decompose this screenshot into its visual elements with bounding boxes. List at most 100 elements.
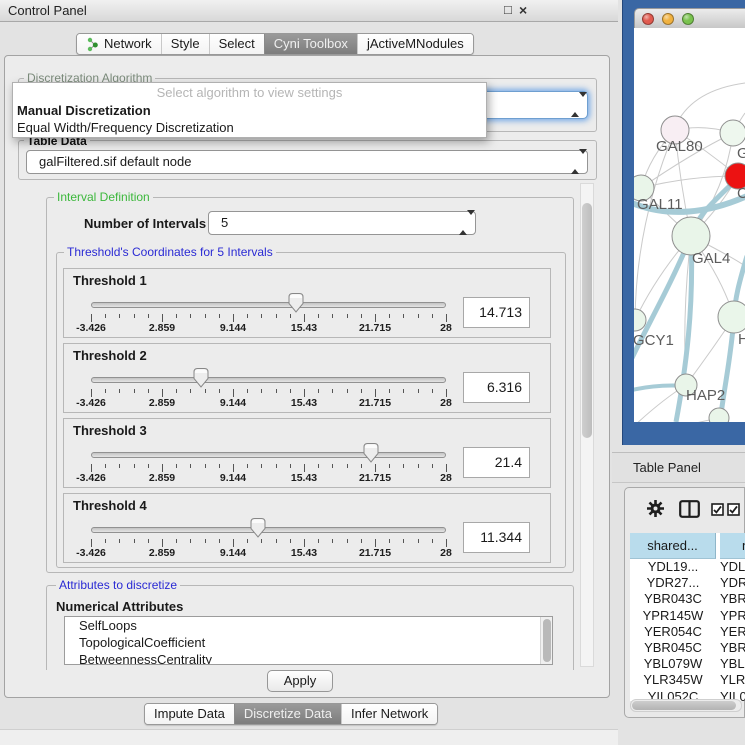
panel-vertical-scrollbar[interactable] bbox=[580, 183, 594, 667]
tick-mark bbox=[304, 389, 305, 397]
column-header-n[interactable]: n... bbox=[720, 533, 745, 559]
threshold-1-slider-track[interactable] bbox=[91, 302, 446, 308]
threshold-1-slider-thumb[interactable] bbox=[286, 292, 306, 313]
column-header-shared[interactable]: shared... bbox=[630, 533, 716, 559]
scrollbar-thumb[interactable] bbox=[632, 701, 736, 710]
threshold-2-value-input[interactable]: 6.316 bbox=[463, 372, 530, 403]
tab-select[interactable]: Select bbox=[209, 34, 264, 54]
float-window-icon[interactable]: □ bbox=[504, 2, 512, 17]
threshold-3-value-input[interactable]: 21.4 bbox=[463, 447, 530, 478]
algorithm-option-equal-width-frequency-discretization[interactable]: Equal Width/Frequency Discretization bbox=[13, 119, 486, 136]
combo-stepper-icon bbox=[571, 94, 579, 116]
table-row[interactable]: YBL079WYBL0 bbox=[630, 656, 745, 672]
tab-network[interactable]: Network bbox=[77, 34, 161, 54]
table-row[interactable]: YDR27...YDR2 bbox=[630, 575, 745, 591]
checkbox-icon[interactable] bbox=[727, 503, 740, 519]
tick-mark bbox=[432, 464, 433, 468]
tick-mark bbox=[261, 464, 262, 468]
tick-mark bbox=[432, 314, 433, 318]
network-window-titlebar[interactable] bbox=[634, 8, 745, 28]
table-horizontal-scrollbar[interactable] bbox=[630, 699, 742, 712]
threshold-3-slider-thumb[interactable] bbox=[361, 442, 381, 463]
tab-impute-data[interactable]: Impute Data bbox=[145, 704, 234, 724]
algorithm-option-manual-discretization[interactable]: Manual Discretization bbox=[13, 102, 486, 119]
tick-mark bbox=[347, 539, 348, 543]
tab-label: Select bbox=[219, 34, 255, 54]
tick-label: 28 bbox=[440, 397, 452, 409]
table-row[interactable]: YPR145WYPR1 bbox=[630, 608, 745, 624]
combo-stepper-icon bbox=[459, 212, 467, 234]
threshold-2-slider-thumb[interactable] bbox=[191, 367, 211, 388]
control-panel-title: Control Panel bbox=[8, 3, 87, 18]
tab-jactivemnodules[interactable]: jActiveMNodules bbox=[357, 34, 473, 54]
tick-label: 9.144 bbox=[220, 322, 246, 334]
tick-label: 2.859 bbox=[149, 322, 175, 334]
table-row[interactable]: YER054CYER0 bbox=[630, 624, 745, 640]
close-traffic-light[interactable] bbox=[642, 13, 654, 25]
tab-style[interactable]: Style bbox=[161, 34, 209, 54]
network-node[interactable] bbox=[720, 120, 745, 146]
tick-mark bbox=[375, 314, 376, 322]
tick-mark bbox=[176, 314, 177, 318]
cell-shared-name: YBR043C bbox=[630, 591, 716, 607]
zoom-traffic-light[interactable] bbox=[682, 13, 694, 25]
tick-mark bbox=[375, 539, 376, 547]
table-data-combobox[interactable]: galFiltered.sif default node bbox=[26, 150, 588, 174]
table-data-value: galFiltered.sif default node bbox=[39, 154, 191, 169]
node-table[interactable]: shared...n...YDL19...YDL1YDR27...YDR2YBR… bbox=[630, 533, 745, 701]
minimize-traffic-light[interactable] bbox=[662, 13, 674, 25]
network-node[interactable] bbox=[709, 408, 729, 422]
table-row[interactable]: YBR043CYBR0 bbox=[630, 591, 745, 607]
attribute-item-topologicalcoefficient[interactable]: TopologicalCoefficient bbox=[65, 634, 552, 651]
tick-mark bbox=[418, 539, 419, 543]
table-row[interactable]: YDL19...YDL1 bbox=[630, 559, 745, 575]
tab-label: Impute Data bbox=[154, 704, 225, 724]
apply-button[interactable]: Apply bbox=[267, 670, 333, 692]
tick-label: 9.144 bbox=[220, 397, 246, 409]
cell-name: YBR0 bbox=[720, 591, 745, 607]
algorithm-placeholder: Select algorithm to view settings bbox=[13, 83, 486, 102]
tick-label: -3.426 bbox=[76, 397, 106, 409]
tick-label: 15.43 bbox=[291, 397, 317, 409]
tick-mark bbox=[233, 389, 234, 397]
scrollbar-thumb[interactable] bbox=[543, 619, 551, 662]
tick-mark bbox=[375, 389, 376, 397]
tick-label: 15.43 bbox=[291, 547, 317, 559]
threshold-3-slider-track[interactable] bbox=[91, 452, 446, 458]
threshold-1-value-input[interactable]: 14.713 bbox=[463, 297, 530, 328]
number-of-intervals-combobox[interactable]: 5 bbox=[208, 211, 476, 235]
numerical-attributes-list[interactable]: SelfLoopsTopologicalCoefficientBetweenne… bbox=[64, 616, 553, 665]
tick-label: 21.715 bbox=[359, 397, 391, 409]
table-panel-title: Table Panel bbox=[633, 460, 701, 475]
network-graph[interactable]: GAL80GACGAL11GAL4GCY1HHAP2 bbox=[634, 28, 745, 422]
threshold-2-slider-track[interactable] bbox=[91, 377, 446, 383]
attributes-scrollbar[interactable] bbox=[540, 617, 552, 664]
network-node[interactable] bbox=[634, 309, 646, 331]
tab-discretize-data[interactable]: Discretize Data bbox=[234, 704, 341, 724]
node-label-gal4: GAL4 bbox=[692, 250, 730, 267]
tab-cyni-toolbox[interactable]: Cyni Toolbox bbox=[264, 34, 357, 54]
tick-label: 9.144 bbox=[220, 547, 246, 559]
attribute-item-selfloops[interactable]: SelfLoops bbox=[65, 617, 552, 634]
network-node[interactable] bbox=[718, 301, 745, 333]
split-columns-icon[interactable] bbox=[679, 500, 700, 521]
network-canvas[interactable]: GAL80GACGAL11GAL4GCY1HHAP2 bbox=[634, 28, 745, 422]
gear-icon[interactable] bbox=[646, 499, 665, 521]
tick-mark bbox=[219, 389, 220, 393]
tick-mark bbox=[403, 314, 404, 318]
attribute-item-betweennesscentrality[interactable]: BetweennessCentrality bbox=[65, 651, 552, 665]
table-row[interactable]: YBR045CYBR0 bbox=[630, 640, 745, 656]
node-label-c: C bbox=[737, 185, 745, 202]
threshold-4-value-input[interactable]: 11.344 bbox=[463, 522, 530, 553]
tab-infer-network[interactable]: Infer Network bbox=[341, 704, 437, 724]
threshold-4-slider-track[interactable] bbox=[91, 527, 446, 533]
table-row[interactable]: YLR345WYLR3 bbox=[630, 672, 745, 688]
tick-label: 21.715 bbox=[359, 547, 391, 559]
scrollbar-thumb[interactable] bbox=[582, 203, 592, 438]
checkbox-icon[interactable] bbox=[711, 503, 724, 519]
tick-mark bbox=[432, 539, 433, 543]
close-panel-icon[interactable]: × bbox=[519, 2, 527, 18]
threshold-4-slider-thumb[interactable] bbox=[248, 517, 268, 538]
tick-mark bbox=[290, 314, 291, 318]
tick-mark bbox=[176, 539, 177, 543]
